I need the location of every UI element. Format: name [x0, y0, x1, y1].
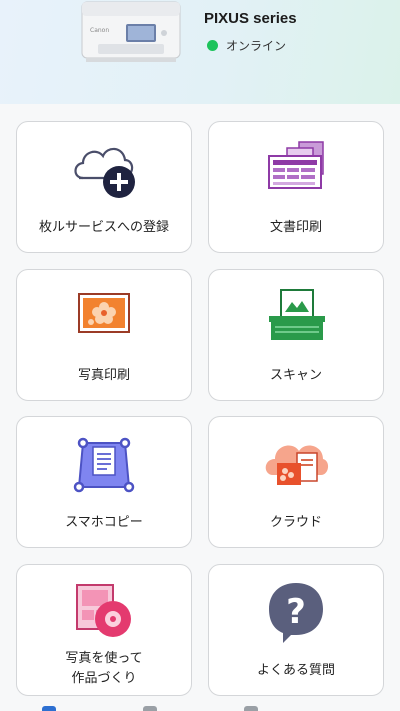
card-label: 写真印刷 [77, 368, 130, 383]
card-label-line2: 作品づくり [71, 671, 137, 686]
menu-grid: 枚ルサービスへの登録 文書印刷 写真印刷 スキャン スマホコピー クラウド 写真… [0, 0, 400, 711]
card-label: スマホコピー [65, 515, 143, 530]
nav-item-icon[interactable] [143, 706, 157, 711]
photo-print-button[interactable]: 写真印刷 [16, 269, 192, 401]
cloud-icon [265, 445, 329, 485]
cloud-plus-icon [74, 147, 135, 198]
card-label: クラウド [269, 515, 322, 530]
document-print-icon [268, 141, 324, 189]
card-label: 文書印刷 [269, 220, 322, 235]
service-registration-button[interactable]: 枚ルサービスへの登録 [16, 121, 192, 253]
nav-home-icon[interactable] [42, 706, 56, 711]
cloud-button[interactable]: クラウド [208, 416, 384, 548]
svg-text:?: ? [286, 592, 306, 632]
faq-button[interactable]: ? よくある質問 [208, 564, 384, 696]
card-label: よくある質問 [256, 663, 335, 678]
phone-copy-button[interactable]: スマホコピー [16, 416, 192, 548]
phone-copy-icon [73, 437, 135, 493]
scan-icon [269, 289, 325, 340]
document-print-button[interactable]: 文書印刷 [208, 121, 384, 253]
photo-craft-button[interactable]: 写真を使って 作品づくり [16, 564, 192, 696]
photo-craft-icon [76, 584, 131, 637]
card-label: 写真を使って 作品づくり [17, 649, 191, 689]
question-icon: ? [269, 583, 323, 643]
card-label: 枚ルサービスへの登録 [38, 220, 169, 235]
nav-item-icon[interactable] [244, 706, 258, 711]
photo-print-icon [78, 293, 130, 333]
bottom-navigation[interactable] [0, 701, 400, 711]
card-label-line1: 写真を使って [65, 651, 143, 666]
card-label: スキャン [269, 368, 322, 383]
scan-button[interactable]: スキャン [208, 269, 384, 401]
